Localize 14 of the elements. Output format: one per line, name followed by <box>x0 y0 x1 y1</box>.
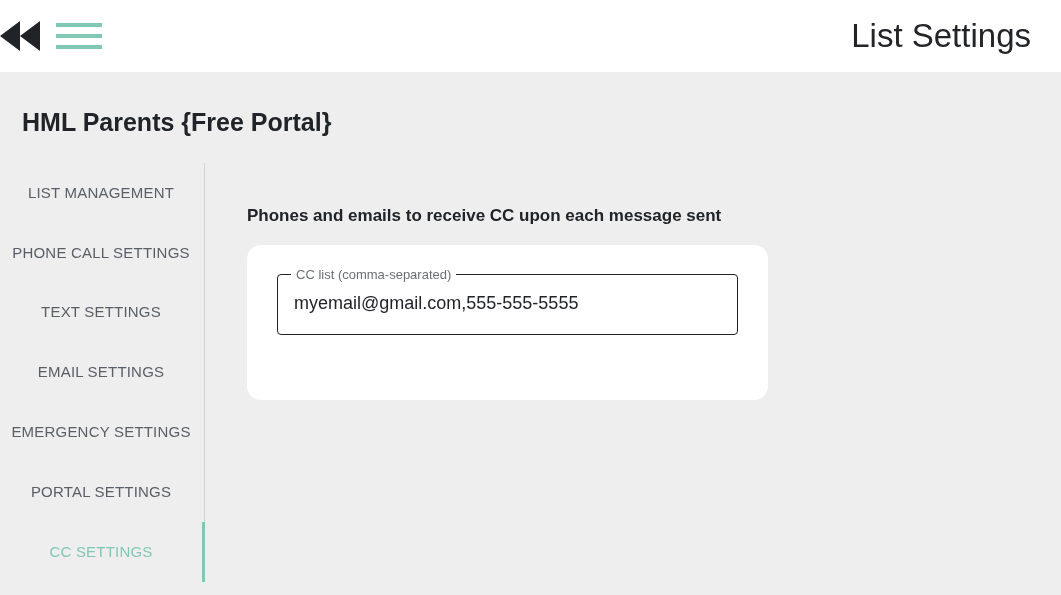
list-name: HML Parents {Free Portal} <box>22 107 332 138</box>
menu-icon <box>56 20 102 52</box>
rewind-icon <box>0 20 40 52</box>
sidebar-item[interactable]: PHONE CALL SETTINGS <box>12 241 190 265</box>
field-label: CC list (comma-separated) <box>295 265 453 284</box>
sidebar-item[interactable]: EMERGENCY SETTINGS <box>11 421 191 444</box>
sidebar-item[interactable]: LIST MANAGEMENT <box>27 181 175 205</box>
sidebar-item[interactable]: PORTAL SETTINGS <box>30 480 172 504</box>
section-heading: Phones and emails to receive CC upon each message sent <box>247 205 722 227</box>
sidebar-item[interactable]: EMAIL SETTINGS <box>37 361 165 384</box>
cc-list-input[interactable]: myemail@gmail.com,555-555-5555 <box>294 290 721 317</box>
sidebar-item[interactable]: TEXT SETTINGS <box>41 301 161 324</box>
back-button[interactable] <box>0 20 40 52</box>
page-title: List Settings <box>851 16 1031 57</box>
